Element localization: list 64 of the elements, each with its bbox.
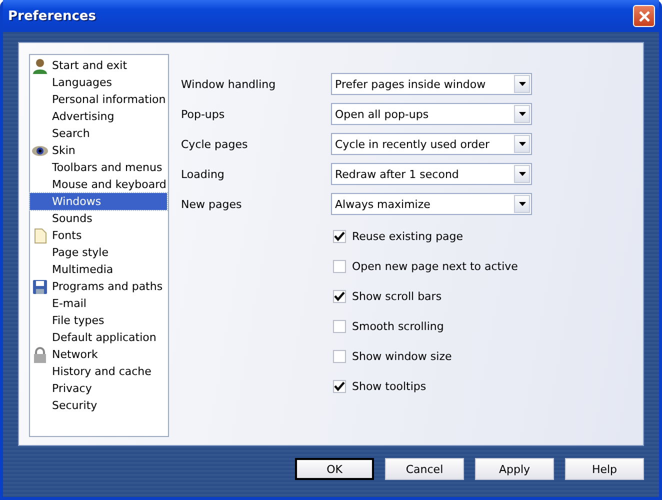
dropdown[interactable]: Always maximize [331, 193, 532, 215]
category-item[interactable]: Search [30, 125, 167, 142]
person-icon [32, 58, 48, 74]
dialog-button[interactable]: Apply [475, 458, 554, 480]
dropdown[interactable]: Cycle in recently used order [331, 133, 532, 155]
category-item[interactable]: File types [30, 312, 167, 329]
category-item[interactable]: Default application [30, 329, 167, 346]
setting-label: Cycle pages [181, 138, 249, 150]
category-item[interactable]: Personal information [30, 91, 167, 108]
checkbox[interactable] [333, 290, 346, 302]
lock-icon [32, 346, 48, 362]
caret-icon [518, 202, 526, 206]
category-item[interactable]: Skin [30, 142, 167, 159]
checkbox[interactable] [333, 350, 346, 362]
category-item[interactable]: Start and exit [30, 57, 167, 74]
checkbox[interactable] [333, 230, 346, 242]
checkbox-label: Reuse existing page [352, 230, 464, 242]
dropdown-arrow-button[interactable] [514, 75, 530, 93]
window-title: Preferences [8, 8, 96, 24]
close-button[interactable] [633, 5, 655, 27]
checkbox-label: Show window size [352, 350, 452, 362]
checkbox[interactable] [333, 260, 346, 272]
caret-icon [518, 172, 526, 176]
setting-label: Pop-ups [181, 108, 226, 120]
category-item[interactable]: Page style [30, 244, 167, 261]
checkbox[interactable] [333, 380, 346, 392]
category-item[interactable]: Security [30, 397, 167, 414]
close-icon [638, 10, 650, 22]
category-item[interactable]: Network [30, 346, 167, 363]
setting-label: Window handling [181, 78, 277, 90]
dialog-button[interactable]: Help [565, 458, 644, 480]
checkbox-label: Show scroll bars [352, 290, 442, 302]
caret-icon [518, 112, 526, 116]
category-item[interactable]: History and cache [30, 363, 167, 380]
category-item[interactable]: Multimedia [30, 261, 167, 278]
category-item[interactable]: Programs and paths [30, 278, 167, 295]
checkbox-label: Open new page next to active [352, 260, 518, 272]
category-item[interactable]: Advertising [30, 108, 167, 125]
category-item[interactable]: Sounds [30, 210, 167, 227]
checkbox-label: Smooth scrolling [352, 320, 444, 332]
checkbox-label: Show tooltips [352, 380, 426, 392]
category-item[interactable]: Languages [30, 74, 167, 91]
setting-label: New pages [181, 198, 243, 210]
category-item[interactable]: Privacy [30, 380, 167, 397]
category-item[interactable]: Fonts [30, 227, 167, 244]
dropdown[interactable]: Prefer pages inside window [331, 73, 532, 95]
category-item[interactable]: Mouse and keyboard [30, 176, 167, 193]
category-item[interactable]: Toolbars and menus [30, 159, 167, 176]
dialog-button[interactable]: Cancel [385, 458, 464, 480]
floppy-icon [32, 278, 48, 294]
dropdown-arrow-button[interactable] [514, 135, 530, 153]
dropdown[interactable]: Open all pop-ups [331, 103, 532, 125]
caret-icon [518, 82, 526, 86]
dropdown-arrow-button[interactable] [514, 165, 530, 183]
category-item[interactable]: Windows [30, 193, 167, 210]
caret-icon [518, 142, 526, 146]
checkbox[interactable] [333, 320, 346, 332]
dialog-button[interactable]: OK [295, 458, 374, 480]
setting-label: Loading [181, 168, 226, 180]
dropdown-arrow-button[interactable] [514, 195, 530, 213]
document-icon [32, 228, 48, 244]
dropdown[interactable]: Redraw after 1 second [331, 163, 532, 185]
dropdown-arrow-button[interactable] [514, 105, 530, 123]
category-item[interactable]: E-mail [30, 295, 167, 312]
